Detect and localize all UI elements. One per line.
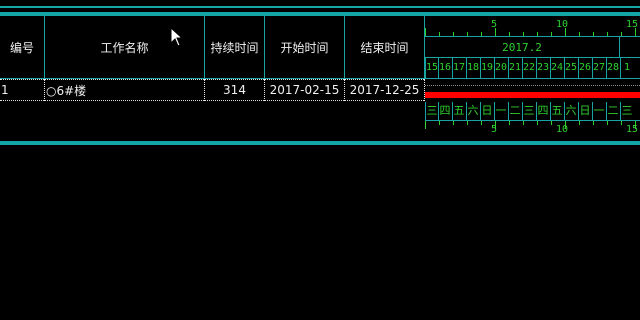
ruler-tick [439, 121, 440, 125]
ruler-tick [425, 121, 426, 129]
ruler-tick [537, 121, 538, 125]
ruler-tick [635, 28, 636, 36]
top-border-thin [0, 6, 640, 8]
weekday-cell: 二 [508, 102, 521, 120]
ruler-tick [509, 121, 510, 125]
row-start: 2017-02-15 [269, 83, 340, 97]
ruler-tick [523, 32, 524, 36]
col-sep-4 [344, 16, 345, 78]
ruler-tick [551, 32, 552, 36]
day-cell: 20 [494, 58, 507, 78]
day-cell: 24 [550, 58, 563, 78]
ruler-tick [467, 32, 468, 36]
row-id: 1 [1, 83, 9, 97]
task-bar[interactable] [425, 92, 640, 98]
ruler-tick [607, 32, 608, 36]
day-cell: 17 [452, 58, 465, 78]
ruler-tick [565, 121, 566, 129]
gantt-dots [425, 85, 640, 87]
day-cell: 19 [480, 58, 493, 78]
weekday-cell: 日 [480, 102, 493, 120]
day-cell: 25 [564, 58, 577, 78]
scale-bottom-15: 15 [626, 124, 639, 135]
header-start[interactable]: 开始时间 [265, 16, 344, 78]
ruler-tick [593, 121, 594, 125]
weekday-cell: 二 [606, 102, 619, 120]
ruler-tick [593, 32, 594, 36]
ruler-tick [579, 121, 580, 125]
mouse-cursor-icon [170, 27, 184, 47]
day-cell: 18 [466, 58, 479, 78]
header-id[interactable]: 编号 [0, 16, 44, 78]
day-cell: 22 [522, 58, 535, 78]
weekday-cell: 四 [536, 102, 549, 120]
weekday-cell: 五 [550, 102, 563, 120]
ruler-tick [523, 121, 524, 125]
header-name[interactable]: 工作名称 [45, 16, 204, 78]
day-cell: 1 [620, 58, 633, 78]
weekday-cell: 四 [438, 102, 451, 120]
weekday-cell: 三 [620, 102, 633, 120]
weekday-cell: 一 [494, 102, 507, 120]
ruler-tick [481, 121, 482, 125]
ruler-tick [509, 32, 510, 36]
ruler-tick [635, 121, 636, 129]
ruler-tick [621, 121, 622, 125]
day-cell: 28 [606, 58, 619, 78]
row-end: 2017-12-25 [349, 83, 420, 97]
ruler-tick [453, 121, 454, 125]
weekday-cell: 三 [522, 102, 535, 120]
ruler-tick [467, 121, 468, 125]
row-sep [264, 79, 265, 101]
day-cell: 23 [536, 58, 549, 78]
month-separator [619, 37, 620, 57]
col-sep-1 [44, 16, 45, 78]
ruler-tick [495, 121, 496, 129]
ruler-tick [565, 28, 566, 36]
day-cell: 27 [592, 58, 605, 78]
ruler-tick [453, 32, 454, 36]
day-cell: 26 [578, 58, 591, 78]
row-sep [44, 79, 45, 101]
row-sep [204, 79, 205, 101]
weekday-cell: 六 [466, 102, 479, 120]
weekday-cell: 三 [425, 102, 438, 120]
col-sep-3 [264, 16, 265, 78]
ruler-tick [495, 28, 496, 36]
table-row[interactable]: 1 ○6#楼 314 2017-02-15 2017-12-25 [0, 79, 424, 101]
header-end[interactable]: 结束时间 [345, 16, 424, 78]
weekday-cell: 日 [578, 102, 591, 120]
day-cell: 15 [425, 58, 438, 78]
ruler-tick [621, 32, 622, 36]
scale-bottom-10: 10 [556, 124, 569, 135]
ruler-tick [481, 32, 482, 36]
row-duration: 314 [223, 83, 246, 97]
weekday-cell: 五 [452, 102, 465, 120]
row-name: ○6#楼 [46, 83, 87, 98]
month-label: 2017.2 [502, 40, 542, 54]
ruler-tick [537, 32, 538, 36]
header-duration[interactable]: 持续时间 [205, 16, 264, 78]
weekday-cell: 一 [592, 102, 605, 120]
bottom-border-thick [0, 141, 640, 145]
row-sep [344, 79, 345, 101]
weekday-cell: 六 [564, 102, 577, 120]
ruler-tick [551, 121, 552, 125]
day-cell: 21 [508, 58, 521, 78]
ruler-tick [579, 32, 580, 36]
scale-top-15: 15 [626, 19, 639, 30]
col-sep-2 [204, 16, 205, 78]
scale-top-10: 10 [556, 19, 569, 30]
ruler-tick [439, 32, 440, 36]
ruler-tick [607, 121, 608, 125]
gantt-row [425, 79, 640, 101]
ruler-tick [425, 28, 426, 36]
day-cell: 16 [438, 58, 451, 78]
